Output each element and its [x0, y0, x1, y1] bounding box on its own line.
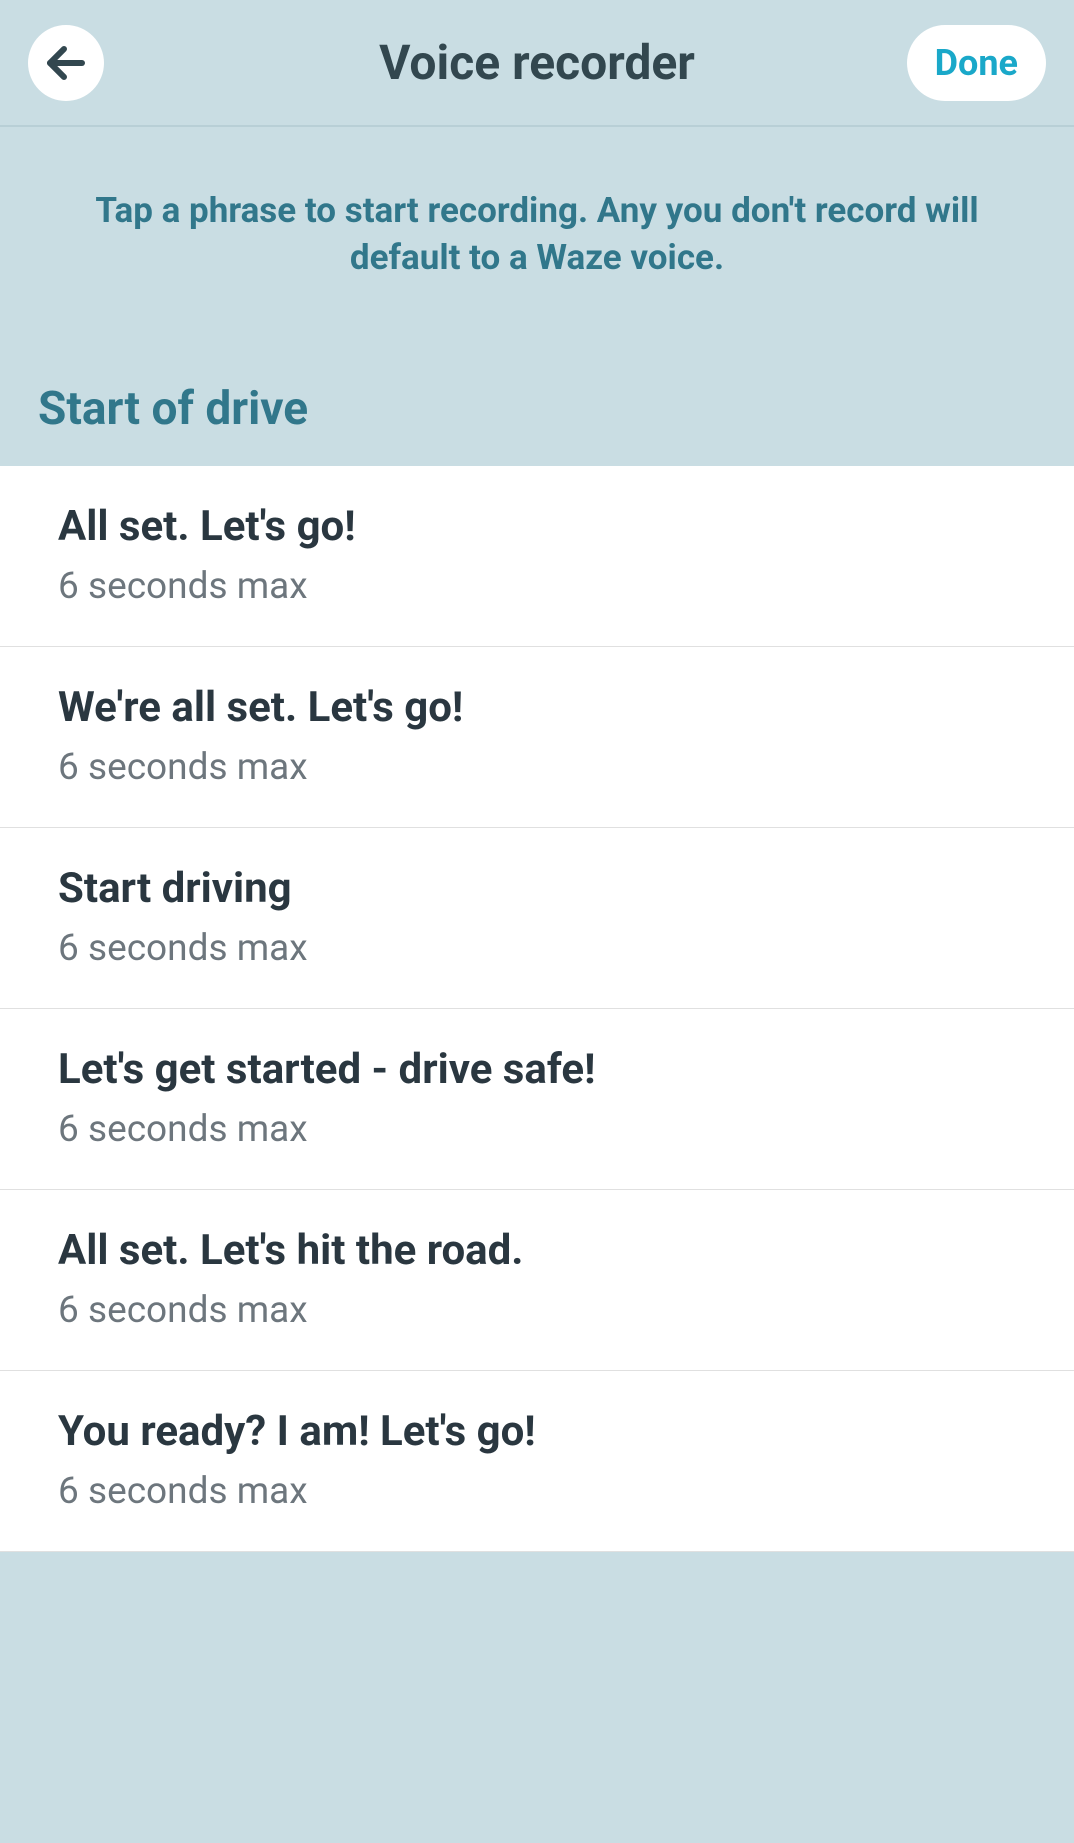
- phrase-item[interactable]: Let's get started - drive safe! 6 second…: [0, 1009, 1074, 1190]
- phrase-subtitle: 6 seconds max: [58, 927, 1016, 970]
- done-button[interactable]: Done: [907, 25, 1046, 101]
- phrase-title: All set. Let's go!: [58, 502, 1016, 551]
- phrase-item[interactable]: Start driving 6 seconds max: [0, 828, 1074, 1009]
- phrase-subtitle: 6 seconds max: [58, 1470, 1016, 1513]
- page-title: Voice recorder: [379, 34, 695, 91]
- phrase-title: All set. Let's hit the road.: [58, 1226, 1016, 1275]
- phrase-item[interactable]: All set. Let's go! 6 seconds max: [0, 466, 1074, 647]
- phrase-title: Start driving: [58, 864, 1016, 913]
- section-title: Start of drive: [38, 382, 1036, 436]
- instruction-text: Tap a phrase to start recording. Any you…: [80, 187, 994, 282]
- phrase-title: You ready? I am! Let's go!: [58, 1407, 1016, 1456]
- instruction-area: Tap a phrase to start recording. Any you…: [0, 127, 1074, 342]
- phrase-title: We're all set. Let's go!: [58, 683, 1016, 732]
- phrase-subtitle: 6 seconds max: [58, 565, 1016, 608]
- back-arrow-icon: [42, 39, 90, 87]
- phrase-list: All set. Let's go! 6 seconds max We're a…: [0, 466, 1074, 1552]
- phrase-subtitle: 6 seconds max: [58, 1289, 1016, 1332]
- phrase-item[interactable]: All set. Let's hit the road. 6 seconds m…: [0, 1190, 1074, 1371]
- phrase-item[interactable]: You ready? I am! Let's go! 6 seconds max: [0, 1371, 1074, 1552]
- back-button[interactable]: [28, 25, 104, 101]
- header: Voice recorder Done: [0, 0, 1074, 127]
- section-header: Start of drive: [0, 342, 1074, 466]
- phrase-subtitle: 6 seconds max: [58, 1108, 1016, 1151]
- phrase-title: Let's get started - drive safe!: [58, 1045, 1016, 1094]
- phrase-subtitle: 6 seconds max: [58, 746, 1016, 789]
- phrase-item[interactable]: We're all set. Let's go! 6 seconds max: [0, 647, 1074, 828]
